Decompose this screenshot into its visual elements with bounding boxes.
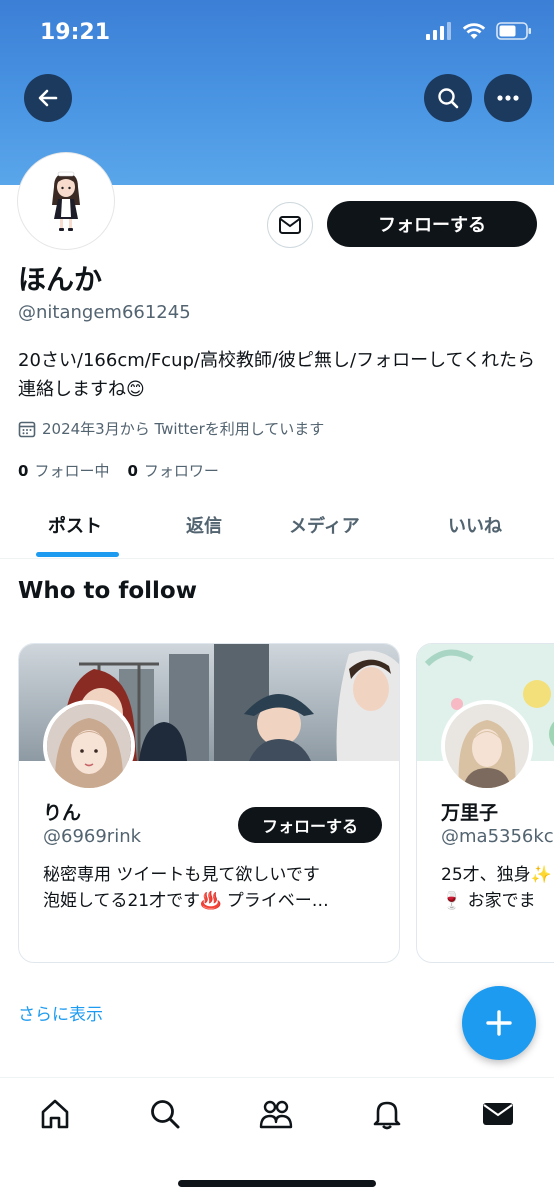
joined-text: 2024年3月から Twitterを利用しています (42, 420, 325, 438)
nav-home[interactable] (37, 1096, 73, 1132)
notifications-icon (373, 1101, 401, 1130)
active-tab-indicator (36, 552, 119, 557)
card-follow-button[interactable]: フォローする (238, 807, 382, 843)
wifi-icon (462, 23, 486, 39)
suggestion-card[interactable]: 万里子 @ma5356kc 25才、独身✨ 🍷 お家でま (416, 643, 554, 963)
joined-date: 2024年3月から Twitterを利用しています (18, 418, 324, 439)
nav-explore[interactable] (147, 1096, 183, 1132)
card-avatar[interactable] (43, 700, 135, 792)
follow-button[interactable]: フォローする (327, 201, 537, 247)
nav-messages[interactable] (480, 1096, 516, 1132)
profile-handle: @nitangem661245 (18, 302, 191, 323)
card-bio: 秘密専用 ツイートも見て欲しいです 泡姫してる21才です♨️ プライベー… (43, 862, 383, 914)
home-indicator (178, 1180, 376, 1187)
nav-notifications[interactable] (369, 1096, 405, 1132)
signal-icon (426, 22, 451, 40)
card-bio: 25才、独身✨ 🍷 お家でま (441, 862, 554, 914)
search-icon (438, 88, 459, 109)
card-bio-line: 🍷 お家でま (441, 891, 536, 911)
profile-tabs: ポスト 返信 メディア いいね (0, 500, 554, 559)
tab-replies[interactable]: 返信 (186, 512, 222, 538)
explore-icon (151, 1100, 180, 1129)
profile-avatar[interactable] (18, 153, 114, 249)
following-label: フォロー中 (34, 462, 110, 480)
followers-label: フォロワー (143, 462, 219, 480)
card-bio-line: 秘密専用 ツイートも見て欲しいです (43, 865, 320, 885)
show-more-link[interactable]: さらに表示 (18, 1000, 103, 1025)
follow-stats: 0 フォロー中 0 フォロワー (18, 460, 219, 481)
calendar-icon (18, 421, 36, 437)
plus-icon (486, 1010, 512, 1036)
card-bio-line: 泡姫してる21才です♨️ プライベー… (43, 891, 329, 911)
following-count: 0 (18, 462, 29, 480)
more-icon (497, 95, 519, 101)
suggestion-card[interactable]: りん @6969rink フォローする 秘密専用 ツイートも見て欲しいです 泡姫… (18, 643, 400, 963)
tab-media[interactable]: メディア (289, 512, 360, 538)
card-handle: @ma5356kc (441, 826, 554, 847)
search-button[interactable] (424, 74, 472, 122)
card-name: りん (43, 802, 82, 824)
followers-stat[interactable]: 0 フォロワー (127, 460, 218, 481)
card-avatar[interactable] (441, 700, 533, 792)
battery-icon (496, 22, 531, 40)
card-handle: @6969rink (43, 826, 142, 847)
back-button[interactable] (24, 74, 72, 122)
home-icon (41, 1099, 69, 1129)
nav-communities[interactable] (258, 1096, 294, 1132)
message-button[interactable] (267, 202, 313, 248)
compose-post-button[interactable] (462, 986, 536, 1060)
who-to-follow-title: Who to follow (18, 578, 197, 604)
back-arrow-icon (38, 89, 58, 107)
messages-icon (483, 1103, 513, 1125)
status-icons (426, 22, 532, 40)
status-time: 19:21 (40, 20, 111, 45)
profile-bio: 20さい/166cm/Fcup/高校教師/彼ピ無し/フォローしてくれたら連絡しま… (18, 350, 536, 400)
tab-likes[interactable]: いいね (448, 512, 502, 538)
followers-count: 0 (127, 462, 138, 480)
profile-name: ほんか (18, 263, 103, 296)
more-button[interactable] (484, 74, 532, 122)
communities-icon (259, 1100, 293, 1129)
maid-avatar-illustration (52, 171, 80, 231)
card-name: 万里子 (441, 802, 499, 824)
following-stat[interactable]: 0 フォロー中 (18, 460, 109, 481)
tab-posts[interactable]: ポスト (48, 512, 102, 538)
card-bio-line: 25才、独身✨ (441, 865, 552, 885)
mail-icon (279, 216, 301, 234)
